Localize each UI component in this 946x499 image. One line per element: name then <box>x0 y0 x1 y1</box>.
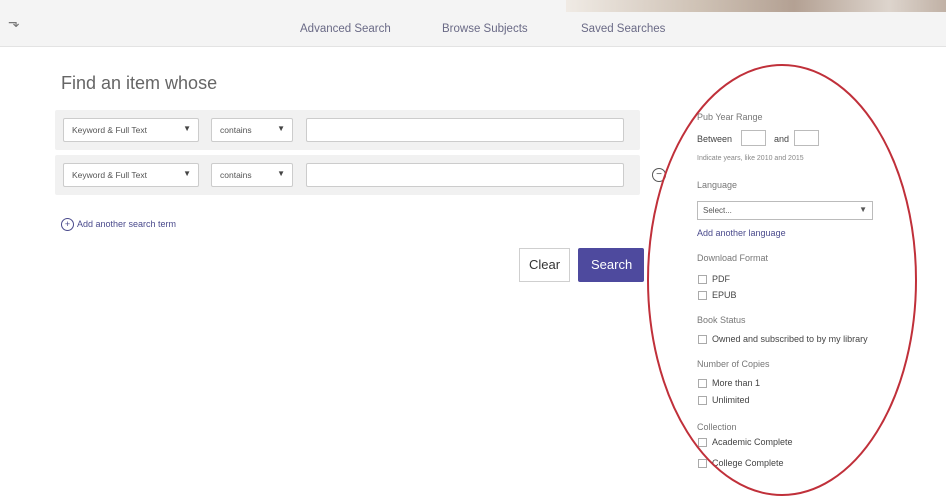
year-from-input[interactable] <box>741 130 766 146</box>
language-select-value: Select... <box>703 206 732 215</box>
nav-advanced-search[interactable]: Advanced Search <box>300 23 391 35</box>
add-search-term-label: Add another search term <box>77 218 177 229</box>
field-select-value: Keyword & Full Text <box>72 125 147 135</box>
year-to-input[interactable] <box>794 130 819 146</box>
pdf-label: PDF <box>712 274 730 284</box>
add-language-link[interactable]: Add another language <box>697 228 786 238</box>
page-title: Find an item whose <box>61 73 218 93</box>
college-complete-label: College Complete <box>712 458 784 468</box>
field-select[interactable]: Keyword & Full Text ▼ <box>63 118 199 142</box>
search-row: Keyword & Full Text ▼ contains ▼ <box>55 155 640 195</box>
owned-label: Owned and subscribed to by my library <box>712 334 868 344</box>
plus-circle-icon: + <box>61 218 74 231</box>
operator-select-value: contains <box>220 170 252 180</box>
checkbox-more-than-1[interactable] <box>698 379 707 388</box>
epub-label: EPUB <box>712 290 737 300</box>
field-select[interactable]: Keyword & Full Text ▼ <box>63 163 199 187</box>
unlimited-label: Unlimited <box>712 395 750 405</box>
top-nav-bar: ⬎ Advanced Search Browse Subjects Saved … <box>0 0 946 47</box>
header-banner-image <box>566 0 946 12</box>
language-heading: Language <box>697 180 738 190</box>
add-search-term-link[interactable]: + Add another search term <box>61 218 176 231</box>
caret-down-icon: ▼ <box>183 124 191 133</box>
red-highlight-ellipse <box>647 64 917 496</box>
collection-heading: Collection <box>697 422 737 432</box>
caret-down-icon: ▼ <box>277 124 285 133</box>
remove-row-minus-icon[interactable]: − <box>652 168 666 182</box>
checkbox-academic-complete[interactable] <box>698 438 707 447</box>
operator-select-value: contains <box>220 125 252 135</box>
search-row: Keyword & Full Text ▼ contains ▼ <box>55 110 640 150</box>
and-label: and <box>774 134 790 144</box>
more-than-1-label: More than 1 <box>712 378 761 388</box>
nav-browse-subjects[interactable]: Browse Subjects <box>442 23 528 35</box>
checkbox-owned[interactable] <box>698 335 707 344</box>
download-format-heading: Download Format <box>697 253 769 263</box>
checkbox-unlimited[interactable] <box>698 396 707 405</box>
checkbox-epub[interactable] <box>698 291 707 300</box>
search-term-input[interactable] <box>306 118 624 142</box>
academic-complete-label: Academic Complete <box>712 437 793 447</box>
caret-down-icon: ▼ <box>183 169 191 178</box>
pub-year-heading: Pub Year Range <box>697 112 763 122</box>
copies-heading: Number of Copies <box>697 359 770 369</box>
field-select-value: Keyword & Full Text <box>72 170 147 180</box>
language-select[interactable]: Select... ▼ <box>697 201 873 220</box>
year-hint: Indicate years, like 2010 and 2015 <box>697 155 804 162</box>
between-label: Between <box>697 134 733 144</box>
clear-button[interactable]: Clear <box>519 248 570 282</box>
nav-saved-searches[interactable]: Saved Searches <box>581 23 665 35</box>
caret-down-icon: ▼ <box>859 205 867 214</box>
checkbox-pdf[interactable] <box>698 275 707 284</box>
back-arrow-icon[interactable]: ⬎ <box>8 14 20 31</box>
operator-select[interactable]: contains ▼ <box>211 118 293 142</box>
book-status-heading: Book Status <box>697 315 746 325</box>
operator-select[interactable]: contains ▼ <box>211 163 293 187</box>
search-button[interactable]: Search <box>578 248 644 282</box>
caret-down-icon: ▼ <box>277 169 285 178</box>
search-term-input[interactable] <box>306 163 624 187</box>
checkbox-college-complete[interactable] <box>698 459 707 468</box>
